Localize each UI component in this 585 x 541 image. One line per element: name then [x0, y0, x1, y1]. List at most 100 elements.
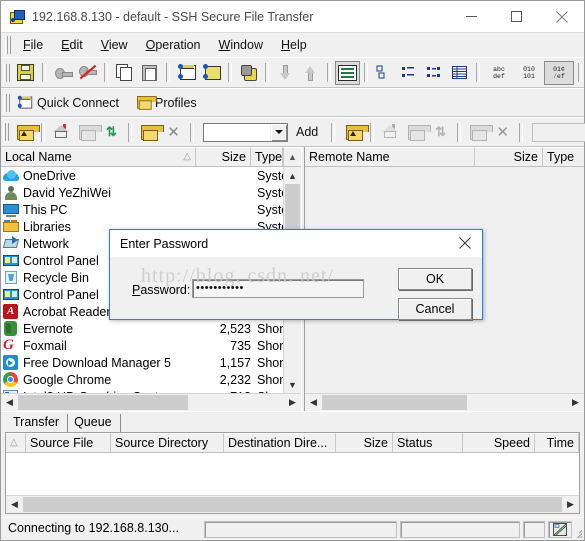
- transfer-col-size[interactable]: Size: [336, 433, 393, 452]
- remote-col-name[interactable]: Remote Name: [305, 147, 475, 166]
- local-col-name[interactable]: Local Name △: [1, 147, 196, 166]
- transfer-hscroll-left-icon[interactable]: ◀: [6, 496, 23, 513]
- password-input[interactable]: •••••••••••: [192, 279, 364, 298]
- local-new-folder-icon[interactable]: [136, 120, 164, 144]
- local-horizontal-scrollbar[interactable]: ◀ ▶: [1, 393, 301, 411]
- transfer-horizontal-scrollbar[interactable]: ◀ ▶: [6, 495, 579, 513]
- ssh-encryption-icon: [548, 520, 572, 538]
- quickbar-drag-grip[interactable]: [4, 93, 10, 112]
- new-file-transfer-window-icon[interactable]: [199, 61, 224, 85]
- profiles-button[interactable]: Profiles: [132, 92, 210, 114]
- list-view-icon[interactable]: [422, 61, 447, 85]
- table-row[interactable]: Google Chrome 2,232 Short‹: [1, 371, 283, 388]
- local-delete-icon[interactable]: ✕: [161, 120, 186, 144]
- settings-gear-icon[interactable]: [236, 61, 261, 85]
- maximize-button[interactable]: [494, 1, 539, 32]
- toolbar-separator: [166, 63, 170, 82]
- local-parent-folder-icon[interactable]: [74, 120, 102, 144]
- table-row[interactable]: Free Download Manager 5 1,157 Short‹: [1, 354, 283, 371]
- local-scroll-up-icon[interactable]: ▲: [284, 167, 301, 184]
- table-row[interactable]: G Foxmail 735 Short‹: [1, 337, 283, 354]
- local-col-size[interactable]: Size: [196, 147, 251, 166]
- local-path-dropdown-icon[interactable]: [270, 123, 287, 141]
- remote-hscroll-right-icon[interactable]: ▶: [567, 394, 584, 411]
- enter-password-dialog: Enter Password Password: ••••••••••• OK …: [109, 229, 483, 320]
- download-arrow-icon[interactable]: [273, 61, 298, 85]
- local-add-button[interactable]: Add: [293, 125, 325, 139]
- disconnect-key-icon[interactable]: [75, 61, 100, 85]
- quick-connect-button[interactable]: Quick Connect: [13, 92, 132, 114]
- local-hscroll-track[interactable]: [18, 394, 284, 411]
- transfer-rows[interactable]: [6, 453, 579, 495]
- transfer-col-speed[interactable]: Speed: [463, 433, 535, 452]
- menu-operation[interactable]: Operation: [137, 35, 210, 55]
- table-row[interactable]: Intel? HD Graphics Contro... 712Short‹: [1, 388, 283, 393]
- local-hscroll-left-icon[interactable]: ◀: [1, 394, 18, 411]
- menu-view[interactable]: View: [92, 35, 137, 55]
- remote-hscroll-track[interactable]: [322, 394, 567, 411]
- local-header-corner[interactable]: ▲: [283, 147, 301, 166]
- local-hscroll-thumb[interactable]: [18, 395, 188, 410]
- remote-col-type[interactable]: Type: [543, 147, 584, 166]
- toolbar-separator: [364, 63, 368, 82]
- toolbar-drag-grip[interactable]: [4, 63, 10, 82]
- transfer-col-sort[interactable]: △: [6, 433, 26, 452]
- tab-transfer[interactable]: Transfer: [7, 414, 69, 432]
- menu-help[interactable]: Help: [272, 35, 316, 55]
- details-view-icon[interactable]: [447, 61, 472, 85]
- transfer-col-time[interactable]: Time: [535, 433, 579, 452]
- binary-transfer-icon[interactable]: 010 101: [514, 61, 544, 85]
- transfer-hscroll-thumb[interactable]: [23, 497, 562, 512]
- menu-file[interactable]: FFileile: [14, 35, 52, 55]
- local-col-type[interactable]: Type: [251, 147, 283, 166]
- table-row[interactable]: OneDrive Syster: [1, 167, 283, 184]
- menu-edit[interactable]: Edit: [52, 35, 92, 55]
- transfer-hscroll-right-icon[interactable]: ▶: [562, 496, 579, 513]
- file-type-cell: Syster: [257, 202, 283, 217]
- show-transfer-view-icon[interactable]: [335, 60, 360, 85]
- upload-arrow-icon[interactable]: [298, 61, 323, 85]
- remote-horizontal-scrollbar[interactable]: ◀ ▶: [305, 393, 584, 411]
- auto-transfer-icon[interactable]: 01¢ ⁄ef: [544, 60, 574, 85]
- navbar-drag-grip[interactable]: [3, 123, 9, 141]
- table-row[interactable]: Evernote 2,523 Short‹: [1, 320, 283, 337]
- ascii-transfer-icon[interactable]: abc def: [484, 61, 514, 85]
- file-size-cell: 1,157: [219, 355, 251, 370]
- local-up-one-level-icon[interactable]: [12, 120, 40, 144]
- save-icon[interactable]: [13, 61, 38, 85]
- connect-key-icon[interactable]: [50, 61, 75, 85]
- remote-col-size[interactable]: Size: [475, 147, 543, 166]
- dialog-cancel-button[interactable]: Cancel: [398, 298, 472, 320]
- table-row[interactable]: This PC Syster: [1, 201, 283, 218]
- local-home-folder-icon[interactable]: [49, 120, 74, 144]
- remote-hscroll-thumb[interactable]: [322, 395, 467, 410]
- small-icons-view-icon[interactable]: [397, 61, 422, 85]
- minimize-button[interactable]: [449, 1, 494, 32]
- status-resize-grip[interactable]: [575, 520, 584, 538]
- remote-up-one-level-icon[interactable]: [341, 120, 370, 144]
- table-row[interactable]: David YeZhiWei Syster: [1, 184, 283, 201]
- transfer-col-destination-directory[interactable]: Destination Dire...: [224, 433, 336, 452]
- local-scroll-thumb[interactable]: [285, 184, 300, 234]
- local-hscroll-right-icon[interactable]: ▶: [284, 394, 301, 411]
- copy-icon[interactable]: [112, 61, 137, 85]
- large-icons-view-icon[interactable]: [372, 61, 397, 85]
- new-terminal-window-icon[interactable]: [174, 61, 199, 85]
- dialog-close-button[interactable]: [448, 230, 482, 256]
- transfer-hscroll-track[interactable]: [23, 496, 562, 513]
- local-scroll-down-icon[interactable]: ▼: [284, 376, 301, 393]
- local-path-combo[interactable]: [203, 122, 288, 142]
- transfer-col-source-directory[interactable]: Source Directory: [111, 433, 224, 452]
- remote-hscroll-left-icon[interactable]: ◀: [305, 394, 322, 411]
- menu-window[interactable]: Window: [210, 35, 272, 55]
- menu-drag-grip[interactable]: [5, 36, 11, 54]
- transfer-col-status-label: Status: [397, 436, 433, 450]
- dialog-ok-button[interactable]: OK: [398, 268, 472, 290]
- file-type-cell: Short‹: [257, 338, 283, 353]
- paste-icon[interactable]: [137, 61, 162, 85]
- tab-queue[interactable]: Queue: [68, 414, 121, 432]
- transfer-col-source-file[interactable]: Source File: [26, 433, 111, 452]
- close-button[interactable]: [539, 1, 584, 32]
- transfer-col-status[interactable]: Status: [393, 433, 463, 452]
- local-refresh-icon[interactable]: ⇅: [99, 120, 124, 144]
